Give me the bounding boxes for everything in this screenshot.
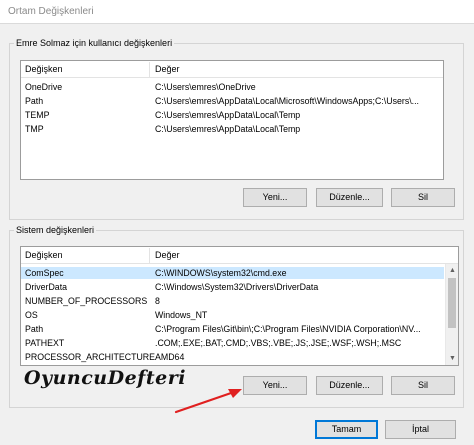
column-header-value[interactable]: Değer bbox=[155, 64, 180, 74]
user-edit-button[interactable]: Düzenle... bbox=[316, 188, 383, 207]
window-title: Ortam Değişkenleri bbox=[8, 6, 94, 17]
title-bar: Ortam Değişkenleri bbox=[0, 0, 474, 24]
user-variables-header: Değişken Değer bbox=[21, 61, 443, 78]
column-header-variable[interactable]: Değişken bbox=[25, 64, 63, 74]
system-delete-button[interactable]: Sil bbox=[391, 376, 455, 395]
system-variable-row[interactable]: DriverData C:\Windows\System32\Drivers\D… bbox=[21, 281, 444, 293]
system-new-button[interactable]: Yeni... bbox=[243, 376, 307, 395]
system-variable-row[interactable]: NUMBER_OF_PROCESSORS 8 bbox=[21, 295, 444, 307]
column-header-variable[interactable]: Değişken bbox=[25, 250, 63, 260]
watermark-logo: OyuncuDefteri bbox=[24, 367, 186, 389]
system-variable-row[interactable]: PROCESSOR_ARCHITECTURE AMD64 bbox=[21, 351, 444, 363]
system-variables-header: Değişken Değer bbox=[21, 247, 458, 264]
scroll-down-icon[interactable]: ▼ bbox=[446, 352, 458, 365]
system-variables-list[interactable]: Değişken Değer ComSpec C:\WINDOWS\system… bbox=[20, 246, 459, 366]
user-variable-row[interactable]: OneDrive C:\Users\emres\OneDrive bbox=[21, 81, 443, 93]
user-variables-list[interactable]: Değişken Değer OneDrive C:\Users\emres\O… bbox=[20, 60, 444, 180]
system-variable-row[interactable]: OS Windows_NT bbox=[21, 309, 444, 321]
user-variables-label: Emre Solmaz için kullanıcı değişkenleri bbox=[16, 38, 173, 48]
annotation-arrow-icon bbox=[174, 389, 242, 414]
ok-button[interactable]: Tamam bbox=[315, 420, 378, 439]
user-variable-row[interactable]: TEMP C:\Users\emres\AppData\Local\Temp bbox=[21, 109, 443, 121]
system-edit-button[interactable]: Düzenle... bbox=[316, 376, 383, 395]
system-variables-label: Sistem değişkenleri bbox=[16, 225, 95, 235]
column-header-value[interactable]: Değer bbox=[155, 250, 180, 260]
cancel-button[interactable]: İptal bbox=[385, 420, 456, 439]
user-variable-row[interactable]: TMP C:\Users\emres\AppData\Local\Temp bbox=[21, 123, 443, 135]
user-new-button[interactable]: Yeni... bbox=[243, 188, 307, 207]
scrollbar-thumb[interactable] bbox=[448, 278, 456, 328]
user-delete-button[interactable]: Sil bbox=[391, 188, 455, 207]
system-variable-row-selected[interactable]: ComSpec C:\WINDOWS\system32\cmd.exe bbox=[21, 267, 444, 279]
scroll-up-icon[interactable]: ▲ bbox=[446, 264, 458, 277]
system-variable-row[interactable]: PATHEXT .COM;.EXE;.BAT;.CMD;.VBS;.VBE;.J… bbox=[21, 337, 444, 349]
user-variable-row[interactable]: Path C:\Users\emres\AppData\Local\Micros… bbox=[21, 95, 443, 107]
system-list-scrollbar[interactable]: ▲ ▼ bbox=[445, 264, 458, 365]
system-variable-row[interactable]: Path C:\Program Files\Git\bin\;C:\Progra… bbox=[21, 323, 444, 335]
